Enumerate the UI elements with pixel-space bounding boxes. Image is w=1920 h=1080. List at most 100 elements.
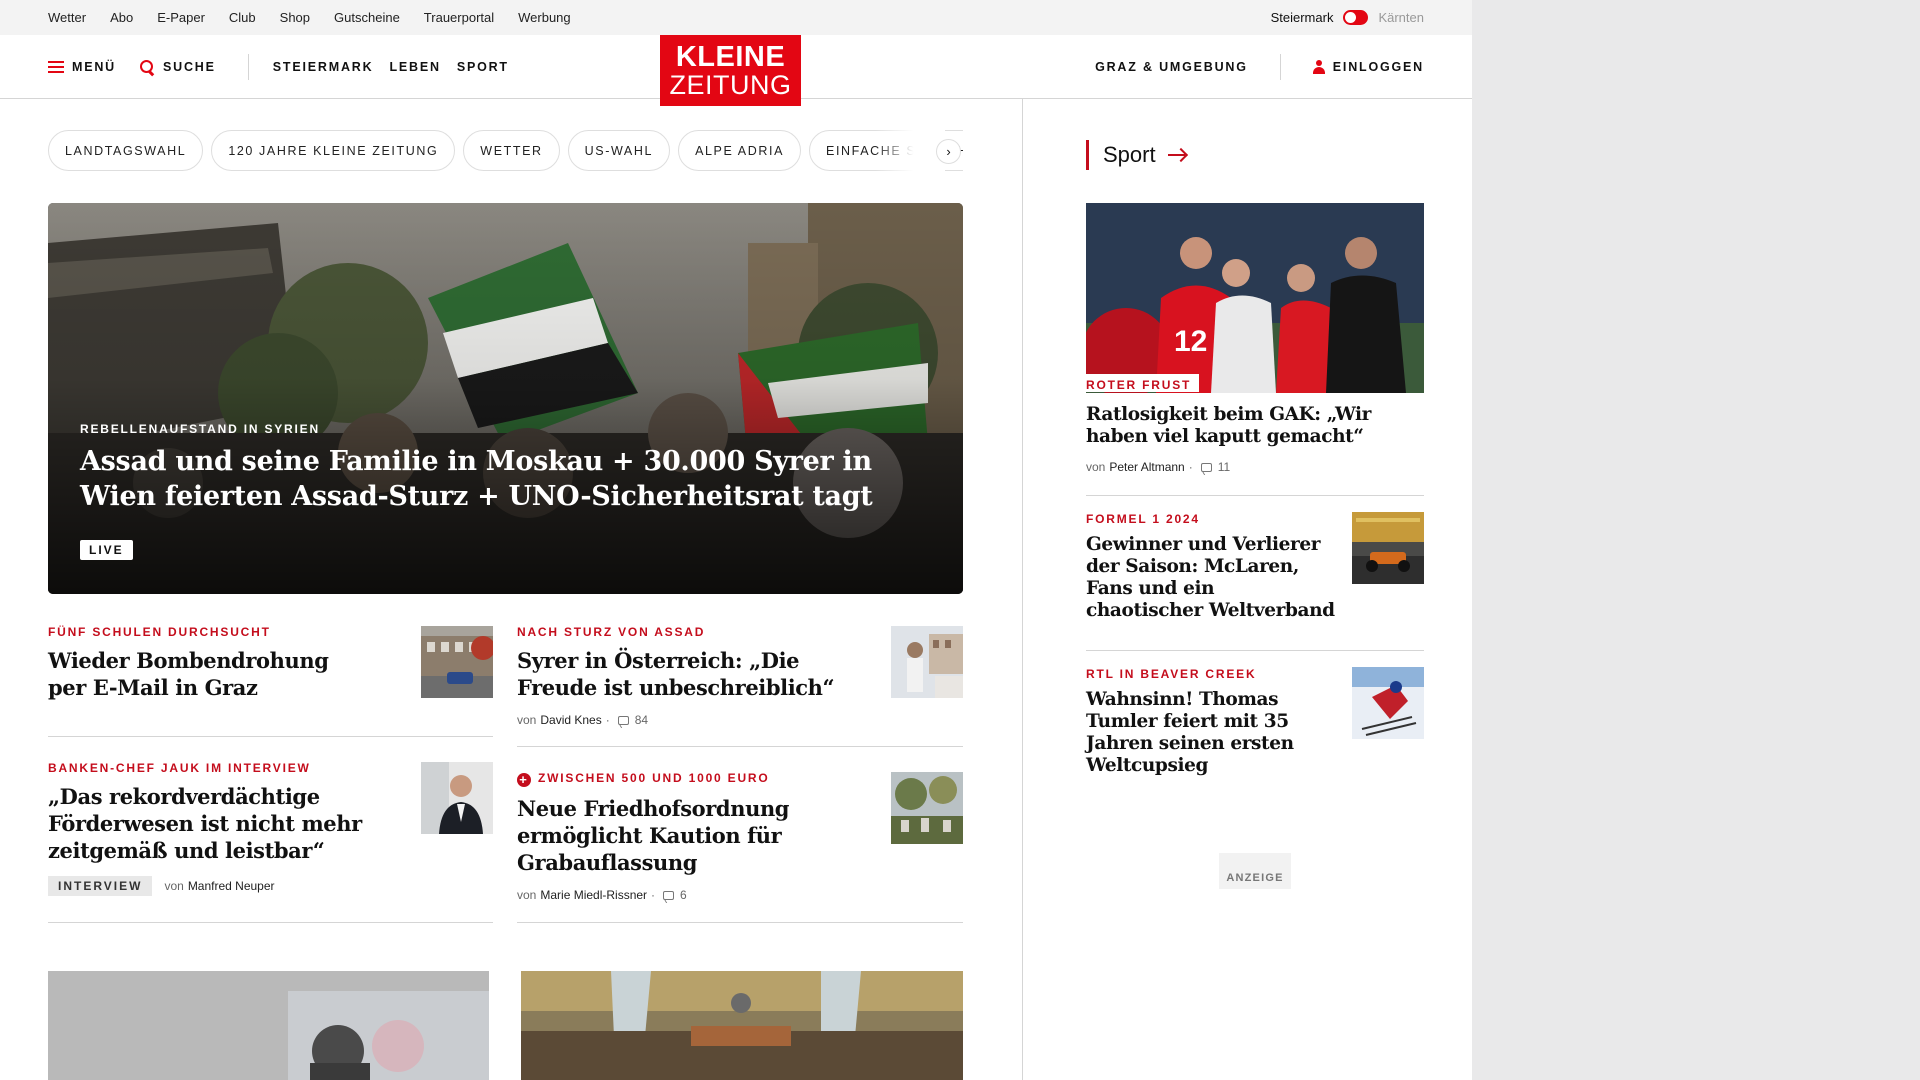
article-headline[interactable]: Wieder Bombendrohung per E-Mail in Graz [48,647,348,701]
divider [247,54,249,80]
article-headline[interactable]: Wahnsinn! Thomas Tumler feiert mit 35 Ja… [1086,689,1336,777]
live-badge: LIVE [80,540,133,560]
region-toggle[interactable] [1343,10,1369,25]
chip-us-wahl[interactable]: US-WAHL [567,130,671,171]
utility-links: Wetter Abo E-Paper Club Shop Gutscheine … [48,0,571,35]
topic-chips: LANDTAGSWAHL 120 JAHRE KLEINE ZEITUNG WE… [48,130,963,171]
article-headline[interactable]: Gewinner und Verlierer der Saison: McLar… [1086,534,1336,622]
utility-link-shop[interactable]: Shop [280,10,310,25]
article-thumbnail[interactable] [891,772,963,844]
portrait-photo [421,762,493,834]
article-teaser[interactable]: + ZWISCHEN 500 UND 1000 EURO Neue Friedho… [517,771,837,902]
search-button[interactable]: SUCHE [140,59,216,75]
header-right-nav: GRAZ & UMGEBUNG EINLOGGEN [1095,35,1424,99]
region-kaernten[interactable]: Kärnten [1378,10,1424,25]
main-header: MENÜ SUCHE STEIERMARK LEBEN SPORT KLEINE… [0,35,1472,106]
hero-kicker: REBELLENAUFSTAND IN SYRIEN [80,422,320,436]
hero-image [48,203,963,594]
author-name[interactable]: Marie Miedl-Rissner [540,888,647,902]
menu-button[interactable]: MENÜ [48,60,116,74]
utility-link-gutscheine[interactable]: Gutscheine [334,10,400,25]
byline-prefix: von [1086,460,1106,474]
article-meta: von Marie Miedl-Rissner · 6 [517,888,837,902]
separator [48,922,493,923]
nav-leben[interactable]: LEBEN [389,60,440,74]
hero-text: REBELLENAUFSTAND IN SYRIEN Assad und sei… [80,422,880,514]
sidebar-article[interactable]: ROTER FRUST Ratlosigkeit beim GAK: „Wir … [1086,374,1424,474]
nav-sport[interactable]: SPORT [457,60,509,74]
cemetery-photo [891,772,963,844]
article-headline[interactable]: Neue Friedhofsordnung ermöglicht Kaution… [517,795,837,876]
article-headline[interactable]: Syrer in Österreich: „Die Freude ist unb… [517,647,837,701]
kleine-zeitung-logo[interactable]: KLEINE ZEITUNG [660,35,801,106]
article-thumbnail[interactable] [1352,667,1424,739]
article-image[interactable] [521,971,963,1080]
chips-fade [875,130,945,171]
utility-link-club[interactable]: Club [229,10,256,25]
utility-link-wetter[interactable]: Wetter [48,10,86,25]
celebration-photo [891,626,963,698]
plus-premium-icon: + [517,773,531,787]
chip-120-jahre[interactable]: 120 JAHRE KLEINE ZEITUNG [211,130,456,171]
region-steiermark[interactable]: Steiermark [1271,10,1334,25]
utility-link-epaper[interactable]: E-Paper [157,10,205,25]
chip-landtagswahl[interactable]: LANDTAGSWAHL [48,130,204,171]
utility-link-werbung[interactable]: Werbung [518,10,571,25]
article-teaser[interactable]: FÜNF SCHULEN DURCHSUCHT Wieder Bombendro… [48,625,348,701]
utility-link-abo[interactable]: Abo [110,10,133,25]
article-teaser[interactable]: BANKEN-CHEF JAUK IM INTERVIEW „Das rekor… [48,761,368,896]
article-kicker: FORMEL 1 2024 [1086,512,1200,526]
user-icon [1312,60,1325,74]
football-photo: 12 [1086,203,1424,393]
chips-next-button[interactable]: › [936,139,961,164]
search-icon [140,59,155,75]
hero-headline[interactable]: Assad und seine Familie in Moskau + 30.0… [80,444,880,514]
ski-photo [1352,667,1424,739]
login-button[interactable]: EINLOGGEN [1312,60,1424,74]
separator [517,922,963,923]
comment-count[interactable]: 84 [635,713,648,727]
article-image[interactable] [48,971,489,1080]
article-headline[interactable]: „Das rekordverdächtige Förderwesen ist n… [48,783,368,864]
comment-count[interactable]: 6 [680,888,687,902]
nav-graz-umgebung[interactable]: GRAZ & UMGEBUNG [1095,60,1248,74]
separator [48,736,493,737]
winter-photo [48,971,489,1080]
comment-icon [663,890,675,900]
sidebar-article[interactable]: RTL IN BEAVER CREEK Wahnsinn! Thomas Tum… [1086,667,1336,777]
formula1-photo [1352,512,1424,584]
article-teaser[interactable]: NACH STURZ VON ASSAD Syrer in Österreich… [517,625,837,727]
sidebar-article[interactable]: FORMEL 1 2024 Gewinner und Verlierer der… [1086,512,1336,622]
article-thumbnail[interactable] [891,626,963,698]
region-switch: Steiermark Kärnten [1271,0,1424,35]
comment-count[interactable]: 11 [1218,460,1230,474]
sport-section-heading[interactable]: Sport [1086,140,1187,170]
article-thumbnail[interactable] [1352,512,1424,584]
separator [1086,495,1424,496]
header-left-nav: MENÜ SUCHE STEIERMARK LEBEN SPORT [48,35,509,99]
author-name[interactable]: Manfred Neuper [188,879,275,893]
article-meta: von David Knes · 84 [517,713,837,727]
article-thumbnail[interactable] [421,626,493,698]
chip-alpe-adria[interactable]: ALPE ADRIA [678,130,802,171]
logo-line-1: KLEINE [675,41,786,73]
byline-prefix: von [517,713,537,727]
chip-wetter[interactable]: WETTER [463,130,560,171]
hero-article[interactable]: REBELLENAUFSTAND IN SYRIEN Assad und sei… [48,203,963,594]
byline-prefix: von [517,888,537,902]
ad-label: ANZEIGE [1219,853,1291,889]
meta-separator: · [1188,460,1193,474]
utility-link-trauerportal[interactable]: Trauerportal [424,10,494,25]
interview-badge: INTERVIEW [48,876,153,896]
author-name[interactable]: Peter Altmann [1109,460,1184,474]
article-thumbnail[interactable] [421,762,493,834]
meta-separator: · [651,888,656,902]
article-headline[interactable]: Ratlosigkeit beim GAK: „Wir haben viel k… [1086,404,1424,448]
chevron-right-icon: › [946,144,951,159]
kicker-text: ZWISCHEN 500 UND 1000 EURO [538,771,770,785]
sidebar-lead-image[interactable]: 12 [1086,203,1424,393]
search-label: SUCHE [163,60,216,74]
author-name[interactable]: David Knes [540,713,601,727]
menu-label: MENÜ [72,60,117,74]
nav-steiermark[interactable]: STEIERMARK [273,60,374,74]
